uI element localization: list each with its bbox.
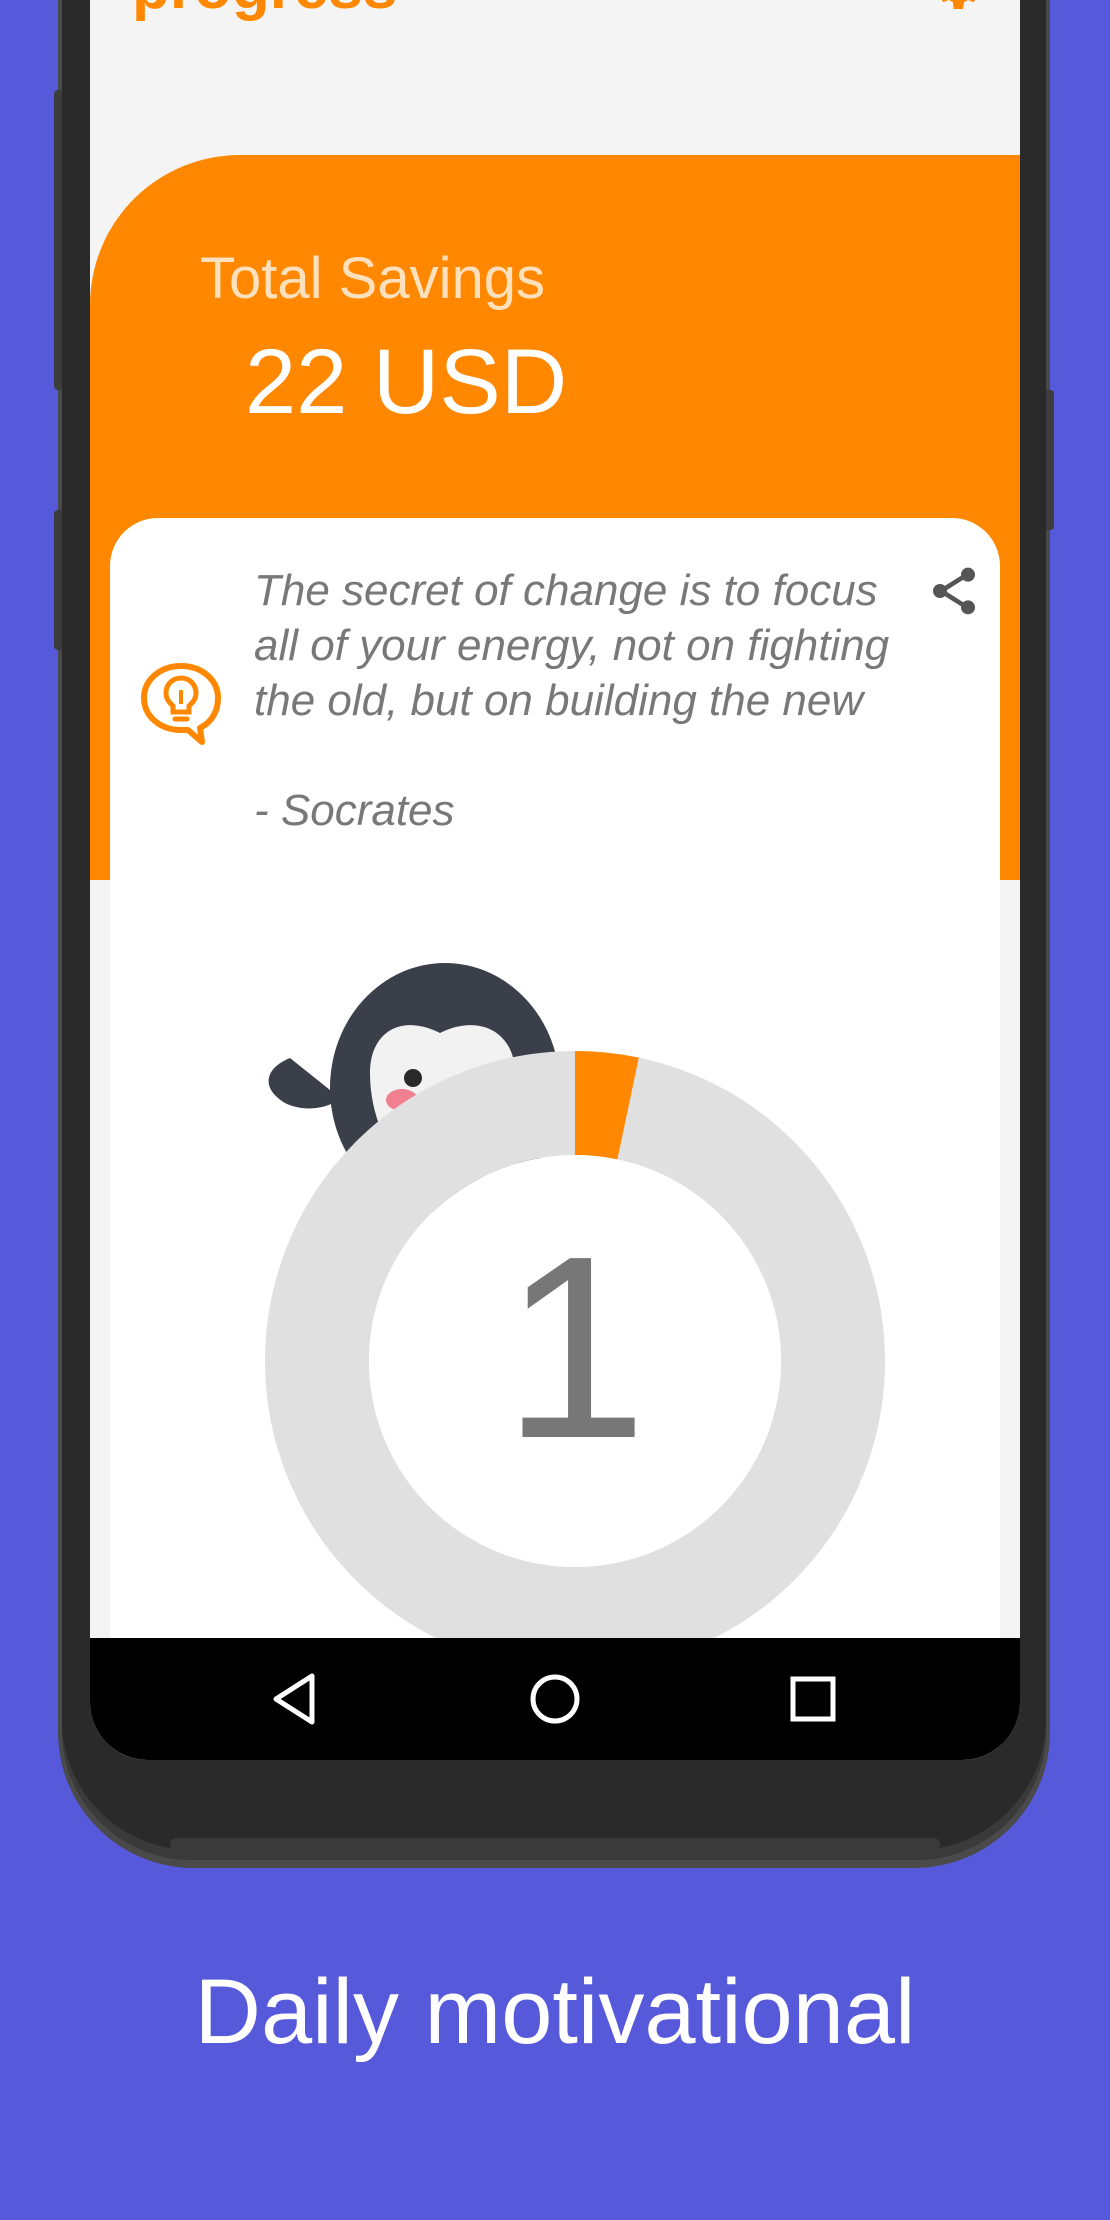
app-title: progress bbox=[132, 0, 397, 23]
total-savings-value: 22 USD bbox=[245, 331, 568, 433]
progress-number: 1 bbox=[502, 1203, 648, 1493]
recent-square-icon[interactable] bbox=[778, 1664, 848, 1734]
quote-author: - Socrates bbox=[254, 786, 455, 835]
android-nav-bar bbox=[90, 1638, 1020, 1760]
back-triangle-icon[interactable] bbox=[260, 1664, 330, 1734]
home-circle-icon[interactable] bbox=[520, 1664, 590, 1734]
motivation-card: The secret of change is to focus all of … bbox=[110, 518, 1000, 1760]
quote-text: The secret of change is to focus all of … bbox=[254, 566, 890, 725]
lightbulb-speech-icon bbox=[141, 663, 221, 745]
total-savings-label: Total Savings bbox=[200, 246, 545, 311]
gear-icon[interactable] bbox=[928, 0, 984, 16]
phone-chin bbox=[170, 1838, 940, 1850]
phone-screen: progress Total Savings 22 USD The secret… bbox=[90, 0, 1020, 1760]
caption-text: Daily motivational bbox=[194, 1961, 916, 2063]
share-icon[interactable] bbox=[926, 563, 982, 619]
